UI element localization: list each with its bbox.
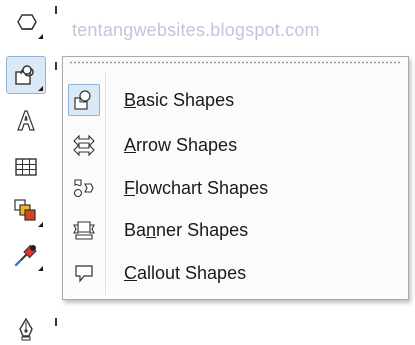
pen-nib-icon (15, 316, 37, 342)
arrow-shapes-icon (68, 129, 100, 161)
text-tool-button[interactable] (6, 102, 46, 140)
menu-item-label: Banner Shapes (124, 219, 249, 240)
menu-item-callout-shapes[interactable]: Callout Shapes (65, 255, 406, 291)
text-a-icon (13, 108, 39, 134)
toolbox (0, 0, 60, 345)
menu-item-label: Arrow Shapes (124, 134, 238, 155)
flyout-indicator (38, 86, 43, 91)
eyedropper-icon (12, 241, 40, 269)
fill-icon (12, 197, 40, 225)
menu-item-flowchart-shapes[interactable]: Flowchart Shapes (65, 170, 406, 206)
menu-grip[interactable] (69, 61, 402, 64)
eyedropper-tool-button[interactable] (6, 236, 46, 274)
separator (55, 62, 57, 70)
menu-item-basic-shapes[interactable]: Basic Shapes (65, 82, 406, 118)
menu-item-arrow-shapes[interactable]: Arrow Shapes (65, 127, 406, 163)
outline-pen-tool-button[interactable] (6, 310, 46, 345)
screenshot: tentangwebsites.blogspot.com Basic Shape… (0, 0, 415, 345)
watermark: tentangwebsites.blogspot.com (72, 20, 320, 40)
menu-item-label: Callout Shapes (124, 262, 247, 283)
basic-shapes-icon (13, 62, 39, 88)
basic-shapes-icon (68, 84, 100, 116)
separator (55, 6, 57, 14)
basic-shapes-tool-button[interactable] (6, 56, 46, 94)
flowchart-shapes-icon (68, 172, 100, 204)
interactive-fill-tool-button[interactable] (6, 192, 46, 230)
table-tool-button[interactable] (6, 148, 46, 186)
banner-shapes-icon (68, 214, 100, 246)
menu-item-banner-shapes[interactable]: Banner Shapes (65, 212, 406, 248)
table-icon (13, 155, 39, 179)
flyout-indicator (38, 34, 43, 39)
flyout-indicator (38, 222, 43, 227)
callout-shapes-icon (68, 257, 100, 289)
hexagon-icon (12, 12, 40, 34)
menu-item-label: Basic Shapes (124, 89, 235, 110)
menu-item-label: Flowchart Shapes (124, 177, 269, 198)
polygon-tool-button[interactable] (6, 4, 46, 42)
separator (55, 318, 57, 326)
flyout-indicator (38, 266, 43, 271)
shapes-flyout-menu: Basic Shapes Arrow Shapes Flowchart Shap… (62, 56, 409, 300)
